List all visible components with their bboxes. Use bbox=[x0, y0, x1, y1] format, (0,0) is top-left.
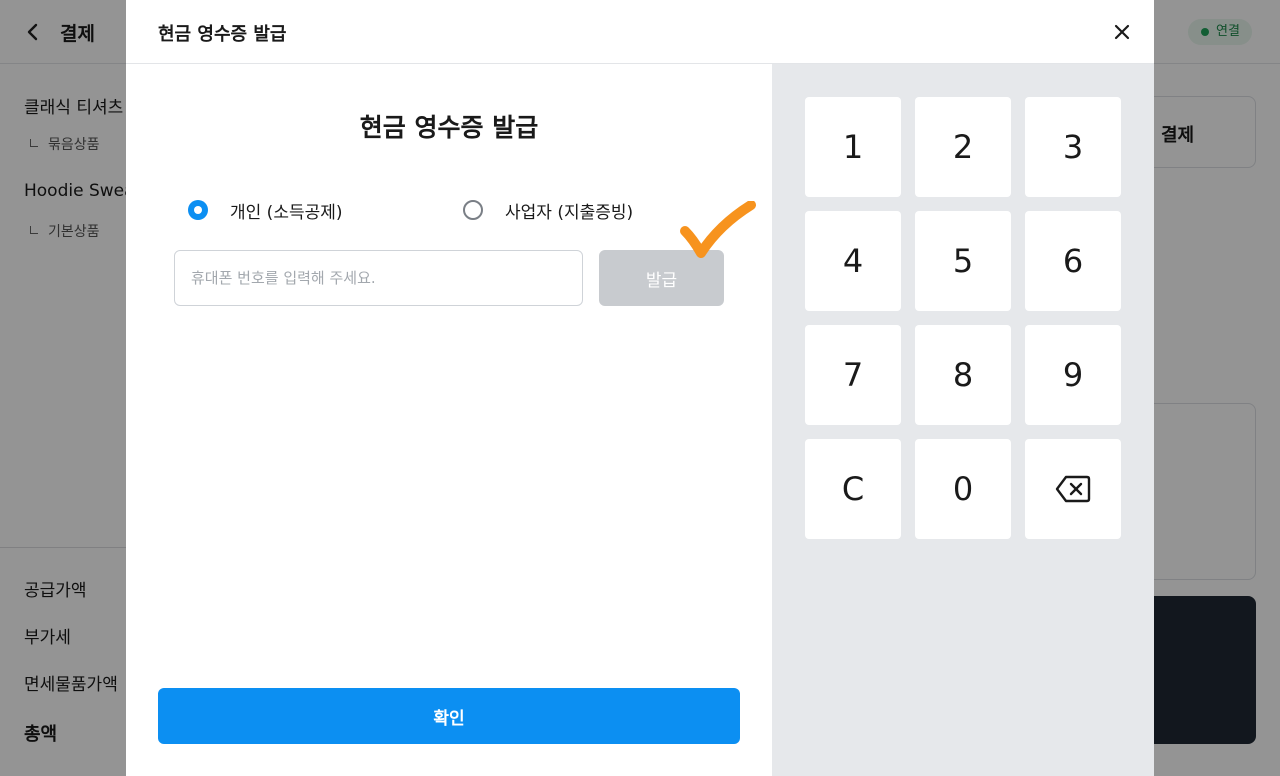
radio-business[interactable]: 사업자 (지출증빙) bbox=[463, 197, 633, 223]
key-backspace[interactable] bbox=[1025, 439, 1121, 539]
phone-number-input[interactable] bbox=[174, 250, 583, 306]
cash-receipt-modal: 현금 영수증 발급 현금 영수증 발급 개인 (소득공제) 사업자 (지출증빙)… bbox=[126, 0, 1154, 776]
key-8[interactable]: 8 bbox=[915, 325, 1011, 425]
key-0[interactable]: 0 bbox=[915, 439, 1011, 539]
receipt-form-pane: 현금 영수증 발급 개인 (소득공제) 사업자 (지출증빙) 발급 확인 bbox=[126, 64, 772, 776]
issue-button[interactable]: 발급 bbox=[599, 250, 724, 306]
form-title: 현금 영수증 발급 bbox=[359, 113, 539, 142]
radio-checked-icon[interactable] bbox=[188, 200, 208, 220]
key-9[interactable]: 9 bbox=[1025, 325, 1121, 425]
key-4[interactable]: 4 bbox=[805, 211, 901, 311]
key-6[interactable]: 6 bbox=[1025, 211, 1121, 311]
radio-business-label[interactable]: 사업자 (지출증빙) bbox=[505, 198, 633, 223]
key-clear[interactable]: C bbox=[805, 439, 901, 539]
confirm-button[interactable]: 확인 bbox=[158, 688, 740, 744]
close-icon bbox=[1114, 24, 1130, 40]
radio-unchecked-icon[interactable] bbox=[463, 200, 483, 220]
key-7[interactable]: 7 bbox=[805, 325, 901, 425]
radio-personal-label[interactable]: 개인 (소득공제) bbox=[230, 198, 343, 223]
radio-personal[interactable]: 개인 (소득공제) bbox=[188, 197, 343, 223]
key-3[interactable]: 3 bbox=[1025, 97, 1121, 197]
backspace-icon bbox=[1055, 475, 1091, 503]
modal-title: 현금 영수증 발급 bbox=[158, 24, 287, 45]
key-2[interactable]: 2 bbox=[915, 97, 1011, 197]
key-1[interactable]: 1 bbox=[805, 97, 901, 197]
keypad-pane: 1 2 3 4 5 6 7 8 9 C 0 bbox=[772, 64, 1154, 776]
close-button[interactable] bbox=[1104, 14, 1140, 50]
modal-header: 현금 영수증 발급 bbox=[126, 0, 1154, 64]
key-5[interactable]: 5 bbox=[915, 211, 1011, 311]
